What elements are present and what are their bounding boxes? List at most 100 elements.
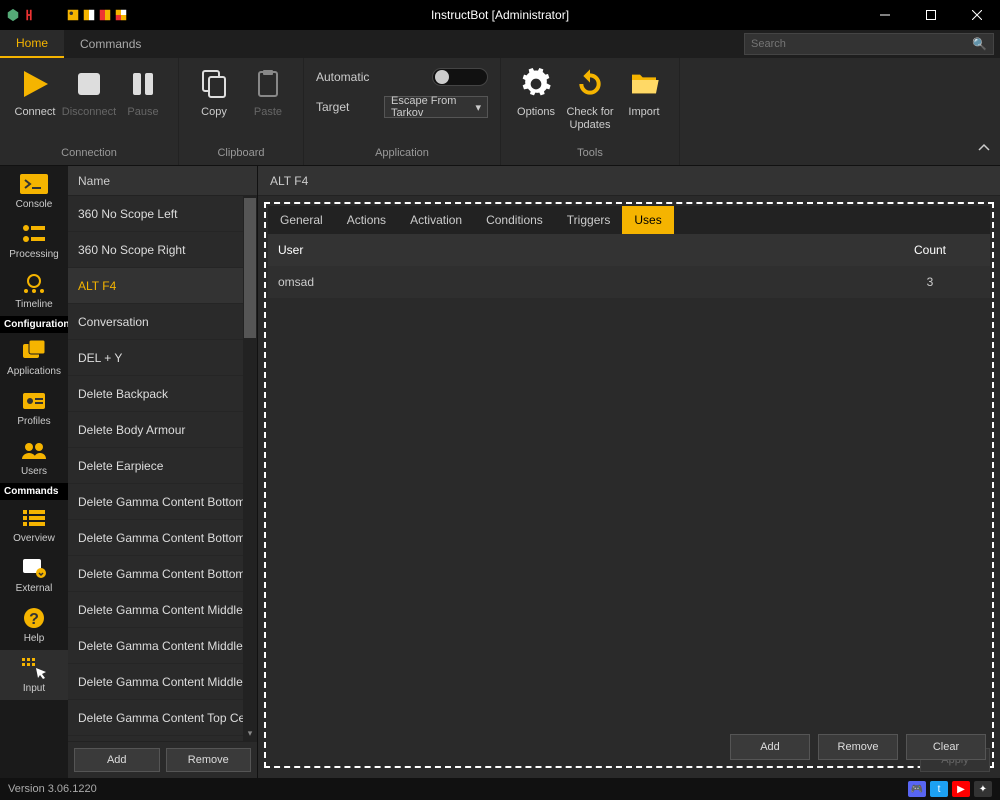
menu-tab-home[interactable]: Home	[0, 30, 64, 58]
updates-button[interactable]: Check for Updates	[563, 62, 617, 136]
command-item[interactable]: Delete Gamma Content Middle L...	[68, 628, 244, 664]
vnav-applications[interactable]: Applications	[0, 333, 68, 383]
detail-tabs: General Actions Activation Conditions Tr…	[268, 206, 990, 234]
uses-clear-button[interactable]: Clear	[906, 734, 986, 760]
search-box[interactable]: 🔍	[744, 33, 994, 55]
target-value: Escape From Tarkov	[391, 95, 475, 119]
command-item[interactable]: 360 No Scope Left	[68, 196, 244, 232]
vnav-external[interactable]: External	[0, 550, 68, 600]
command-item[interactable]: Delete Gamma Content Bottom ...	[68, 556, 244, 592]
target-combo[interactable]: Escape From Tarkov ▾	[384, 96, 488, 118]
command-item[interactable]: Delete Gamma Content Middle ...	[68, 592, 244, 628]
maximize-button[interactable]	[908, 0, 954, 30]
console-icon	[19, 172, 49, 196]
options-button[interactable]: Options	[509, 62, 563, 123]
close-button[interactable]	[954, 0, 1000, 30]
twitter-icon[interactable]: t	[930, 781, 948, 797]
vnav-console[interactable]: Console	[0, 166, 68, 216]
copy-label: Copy	[201, 106, 227, 119]
command-item[interactable]: Delete Gamma Content Top Ce...	[68, 700, 244, 736]
automatic-toggle[interactable]	[432, 68, 488, 86]
command-list-header[interactable]: Name	[68, 166, 257, 196]
copy-button[interactable]: Copy	[187, 62, 241, 123]
ribbon: Connect Disconnect Pause Connection Copy…	[0, 58, 1000, 166]
profiles-icon	[19, 389, 49, 413]
tab-activation[interactable]: Activation	[398, 206, 474, 234]
connect-button[interactable]: Connect	[8, 62, 62, 123]
uses-cell-count: 3	[880, 275, 980, 289]
youtube-icon[interactable]: ▶	[952, 781, 970, 797]
search-input[interactable]	[751, 38, 972, 50]
uses-remove-button[interactable]: Remove	[818, 734, 898, 760]
pause-button[interactable]: Pause	[116, 62, 170, 123]
vnav-input[interactable]: Input	[0, 650, 68, 700]
tab-general[interactable]: General	[268, 206, 335, 234]
command-remove-button[interactable]: Remove	[166, 748, 252, 772]
minibtn-1[interactable]	[66, 8, 80, 22]
command-item[interactable]: Conversation	[68, 304, 244, 340]
vnav-help-label: Help	[24, 633, 45, 644]
command-item[interactable]: Delete Gamma Content Middle ...	[68, 664, 244, 700]
scroll-down-icon[interactable]: ▾	[243, 728, 257, 739]
menu-tab-commands[interactable]: Commands	[64, 30, 157, 58]
vnav-processing[interactable]: Processing	[0, 216, 68, 266]
command-add-button[interactable]: Add	[74, 748, 160, 772]
command-item[interactable]: ALT F4	[68, 268, 244, 304]
uses-row[interactable]: omsad 3	[268, 266, 990, 298]
ribbon-collapse-button[interactable]	[974, 138, 994, 161]
connect-label: Connect	[15, 106, 56, 119]
command-scrollbar[interactable]: ▾	[243, 196, 257, 741]
group-label-clipboard: Clipboard	[179, 143, 303, 165]
vnav-help[interactable]: ? Help	[0, 600, 68, 650]
minibtn-2[interactable]	[82, 8, 96, 22]
command-item[interactable]: DEL + Y	[68, 340, 244, 376]
command-item[interactable]: Delete Gamma Content Bottom ...	[68, 520, 244, 556]
tab-actions[interactable]: Actions	[335, 206, 398, 234]
misc-icon[interactable]: ✦	[974, 781, 992, 797]
disconnect-label: Disconnect	[62, 106, 116, 119]
users-icon	[19, 439, 49, 463]
discord-icon[interactable]: 🎮	[908, 781, 926, 797]
minibtn-3[interactable]	[98, 8, 112, 22]
command-item[interactable]: Delete Gamma Content Bottom ...	[68, 484, 244, 520]
tab-uses[interactable]: Uses	[622, 206, 673, 234]
detail-title: ALT F4	[258, 166, 1000, 196]
ribbon-group-tools: Options Check for Updates Import Tools	[501, 58, 680, 165]
command-item[interactable]: Delete Earpiece	[68, 448, 244, 484]
uses-col-count[interactable]: Count	[880, 243, 980, 257]
play-icon	[17, 66, 53, 102]
vnav-profiles[interactable]: Profiles	[0, 383, 68, 433]
help-icon: ?	[19, 606, 49, 630]
applications-icon	[19, 339, 49, 363]
command-item[interactable]: Delete Backpack	[68, 376, 244, 412]
vnav-overview[interactable]: Overview	[0, 500, 68, 550]
timeline-icon	[19, 272, 49, 296]
minibtn-4[interactable]	[114, 8, 128, 22]
vnav-applications-label: Applications	[7, 366, 61, 377]
minimize-button[interactable]	[862, 0, 908, 30]
pause-icon	[125, 66, 161, 102]
vnav-users[interactable]: Users	[0, 433, 68, 483]
folder-icon	[626, 66, 662, 102]
automatic-label: Automatic	[316, 70, 376, 84]
command-item[interactable]: 360 No Scope Right	[68, 232, 244, 268]
refresh-icon	[572, 66, 608, 102]
group-label-tools: Tools	[501, 143, 679, 165]
vnav-console-label: Console	[16, 199, 53, 210]
disconnect-button[interactable]: Disconnect	[62, 62, 116, 123]
search-icon: 🔍	[972, 37, 987, 51]
vnav-timeline[interactable]: Timeline	[0, 266, 68, 316]
uses-add-button[interactable]: Add	[730, 734, 810, 760]
tab-conditions[interactable]: Conditions	[474, 206, 555, 234]
paste-button[interactable]: Paste	[241, 62, 295, 123]
vnav-overview-label: Overview	[13, 533, 55, 544]
paste-icon	[250, 66, 286, 102]
app-icon-1	[6, 8, 20, 22]
import-button[interactable]: Import	[617, 62, 671, 123]
command-item[interactable]: Delete Body Armour	[68, 412, 244, 448]
command-panel: Name 360 No Scope Left360 No Scope Right…	[68, 166, 258, 778]
tab-triggers[interactable]: Triggers	[555, 206, 623, 234]
scrollbar-thumb[interactable]	[244, 198, 256, 338]
uses-col-user[interactable]: User	[278, 243, 880, 257]
group-label-connection: Connection	[0, 143, 178, 165]
